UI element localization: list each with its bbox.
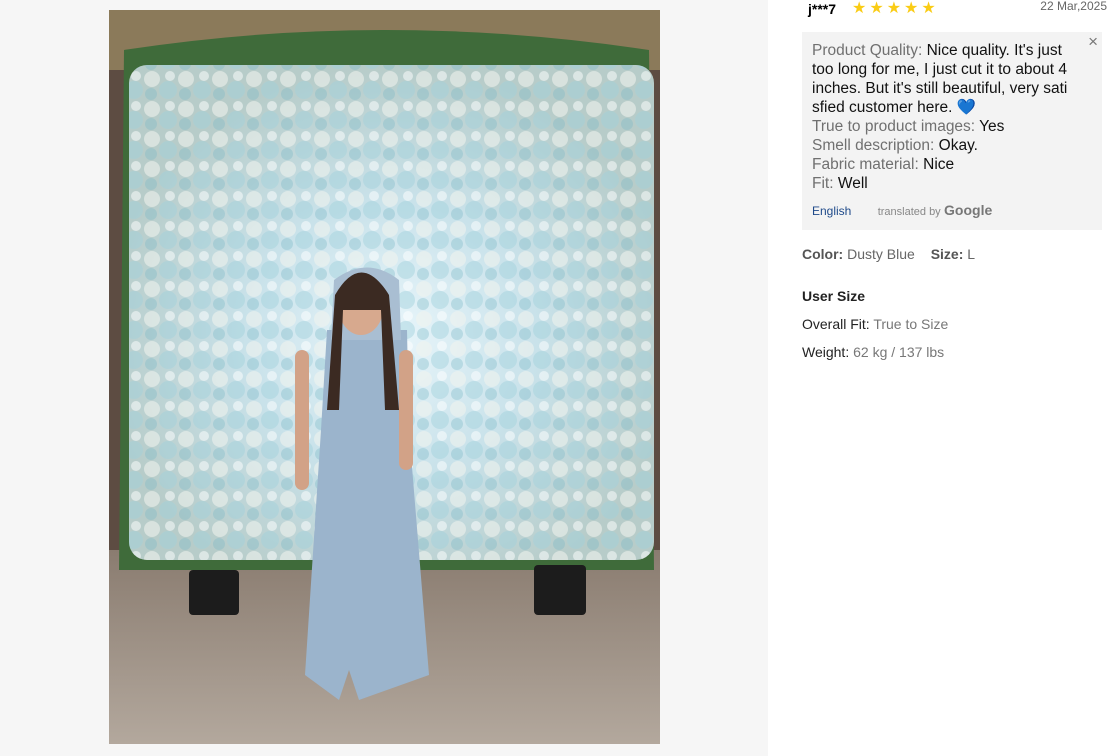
- review-photo-illustration: [109, 10, 660, 744]
- review-attribute: Fit: Well: [812, 175, 868, 192]
- review-date: 22 Mar,2025: [1040, 0, 1107, 13]
- reviewer-username: j***7: [808, 1, 837, 17]
- review-line: too long for me, I just cut it to about …: [812, 61, 1068, 78]
- overall-fit-row: Overall Fit: True to Size: [802, 316, 949, 332]
- blue-heart-icon: 💙: [956, 99, 977, 116]
- review-attribute: True to product images: Yes: [812, 118, 1005, 135]
- review-line: Product Quality: Nice quality. It's just: [812, 42, 1062, 59]
- review-line: sfied customer here. 💙: [812, 99, 977, 116]
- review-attribute: Smell description: Okay.: [812, 137, 978, 154]
- language-toggle-link[interactable]: English: [812, 204, 851, 218]
- purchase-attributes: Color: Dusty Blue Size: L: [802, 246, 975, 262]
- review-photo[interactable]: [109, 10, 660, 744]
- close-icon[interactable]: ×: [1088, 32, 1098, 52]
- color-label: Color:: [802, 246, 844, 262]
- review-image-panel: [0, 0, 768, 756]
- size-value: L: [967, 246, 976, 262]
- overall-fit-value: True to Size: [873, 316, 949, 332]
- review-detail-panel: j***7 ★★★★★ 22 Mar,2025 × Product Qualit…: [768, 0, 1120, 756]
- user-size-section: User Size Overall Fit: True to Size Weig…: [802, 288, 948, 360]
- color-value: Dusty Blue: [847, 246, 915, 262]
- review-attribute: Fabric material: Nice: [812, 156, 955, 173]
- review-text-box: × Product Quality: Nice quality. It's ju…: [802, 32, 1102, 230]
- rating-stars: ★★★★★: [852, 0, 939, 17]
- user-size-title: User Size: [802, 288, 866, 304]
- translated-by-label: translated by: [877, 206, 941, 218]
- weight-row: Weight: 62 kg / 137 lbs: [802, 344, 945, 360]
- translation-row: English translated by Google: [812, 202, 1092, 218]
- weight-value: 62 kg / 137 lbs: [853, 344, 945, 360]
- google-logo: Google: [944, 202, 993, 218]
- size-label: Size:: [930, 246, 964, 262]
- review-line: inches. But it's still beautiful, very s…: [812, 80, 1068, 97]
